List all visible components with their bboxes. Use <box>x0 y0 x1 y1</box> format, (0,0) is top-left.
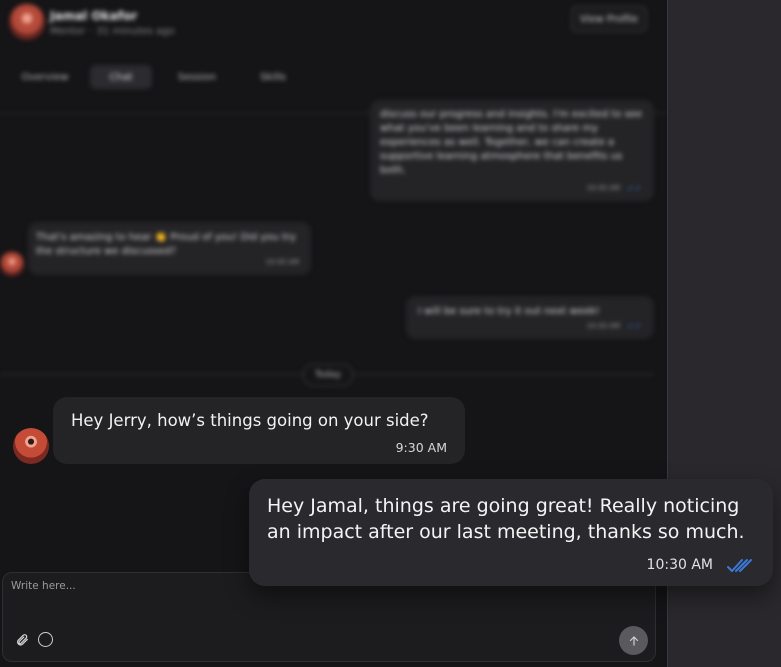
view-profile-button[interactable]: View Profile <box>571 6 647 32</box>
tab-chat[interactable]: Chat <box>90 65 152 89</box>
message-text: Hey Jamal, things are going great! Reall… <box>267 495 745 543</box>
message-bubble-incoming-focused: Hey Jerry, how’s things going on your si… <box>53 397 465 464</box>
message-bubble-outgoing: discuss our progress and insights. I'm e… <box>370 100 654 201</box>
message-text: Hey Jerry, how’s things going on your si… <box>71 411 429 430</box>
separator-dot: · <box>89 26 93 37</box>
double-check-icon <box>727 559 752 572</box>
send-button[interactable] <box>619 626 648 655</box>
contact-avatar[interactable] <box>9 4 45 40</box>
contact-avatar-small <box>0 252 24 276</box>
emoji-icon[interactable] <box>38 632 53 647</box>
arrow-up-icon <box>629 635 638 646</box>
tab-overview[interactable]: Overview <box>14 65 76 89</box>
double-check-icon: ✓✓ <box>626 322 642 332</box>
message-text: That's amazing to hear 👏 Proud of you! D… <box>36 232 296 257</box>
contact-subtitle: Mentor · 31 minutes ago <box>50 26 175 37</box>
composer-input[interactable]: Write here... <box>11 580 76 592</box>
chat-header: Jamal Okafor Mentor · 31 minutes ago View … <box>0 0 667 114</box>
tab-skills[interactable]: Skills <box>242 65 304 89</box>
paperclip-icon[interactable] <box>15 633 29 651</box>
message-bubble-incoming: That's amazing to hear 👏 Proud of you! D… <box>28 222 311 275</box>
message-bubble-outgoing: I will be sure to try it out next week! … <box>406 296 654 339</box>
message-time: 10:30 AM <box>646 557 713 573</box>
double-check-icon: ✓✓ <box>626 184 642 194</box>
contact-last-seen: 31 minutes ago <box>96 26 175 37</box>
tab-bar: Overview Chat Session Skills <box>14 65 318 89</box>
contact-name: Jamal Okafor <box>50 9 138 23</box>
contact-role: Mentor <box>50 26 86 37</box>
message-time: 10:30 AM <box>265 258 299 266</box>
message-text: I will be sure to try it out next week! <box>418 306 600 317</box>
contact-avatar-message[interactable] <box>13 428 49 464</box>
message-bubble-outgoing-focused: Hey Jamal, things are going great! Reall… <box>249 479 773 586</box>
message-time: 9:30 AM <box>395 440 447 455</box>
message-time: 10:30 AM <box>586 184 620 192</box>
message-text: discuss our progress and insights. I'm e… <box>380 109 643 176</box>
message-time: 10:30 AM <box>586 322 620 330</box>
tab-session[interactable]: Session <box>166 65 228 89</box>
date-divider-label: Today <box>303 364 353 386</box>
